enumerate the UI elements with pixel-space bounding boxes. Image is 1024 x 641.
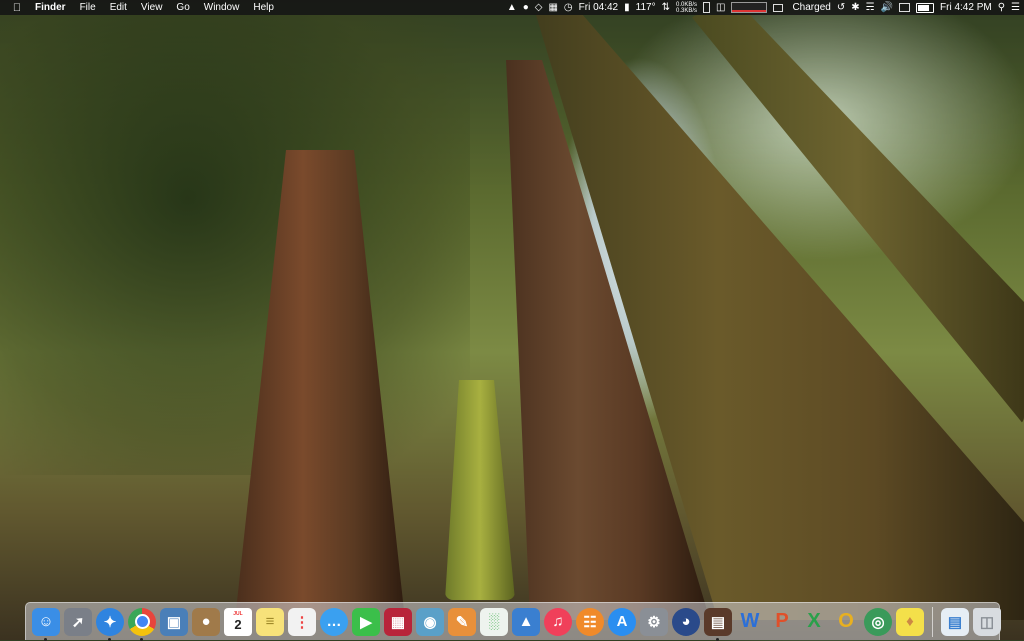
- photobooth-icon[interactable]: ▦: [384, 607, 412, 636]
- bell-icon[interactable]: ▲: [507, 0, 517, 15]
- battery-status-icon[interactable]: [773, 3, 786, 12]
- desktop-wallpaper: [0, 0, 1024, 640]
- menu-view[interactable]: View: [134, 0, 170, 15]
- book-icon[interactable]: ☷: [576, 607, 604, 636]
- network-speed[interactable]: 0.0KB/s 0.3KB/s: [676, 2, 697, 14]
- menu-go[interactable]: Go: [169, 0, 196, 15]
- messages-icon[interactable]: …: [320, 607, 348, 636]
- dropbox-icon[interactable]: ◇: [535, 0, 543, 15]
- powerpoint-icon[interactable]: P: [768, 608, 796, 636]
- clock-full[interactable]: Fri 4:42 PM: [940, 0, 992, 15]
- outlook-icon[interactable]: O: [832, 608, 860, 636]
- film-icon[interactable]: ▤: [704, 607, 732, 641]
- camera-icon[interactable]: ◉: [416, 607, 444, 636]
- grid-icon[interactable]: ▦: [548, 0, 557, 15]
- compass-icon[interactable]: ✦: [96, 607, 124, 641]
- gauge-icon[interactable]: ◕: [672, 607, 700, 636]
- cpu-graph[interactable]: [731, 2, 768, 13]
- time-machine-icon[interactable]: ↺: [837, 0, 845, 15]
- appstore-icon[interactable]: A: [608, 607, 636, 636]
- gear-icon[interactable]: ⚙: [640, 607, 668, 636]
- globe-icon[interactable]: ◎: [864, 607, 892, 636]
- menu-file[interactable]: File: [73, 0, 103, 15]
- trash-icon[interactable]: ◫: [973, 607, 1001, 636]
- hat-icon[interactable]: ●: [523, 0, 529, 15]
- wallpaper-canopy: [0, 15, 470, 475]
- dock-separator: [932, 606, 933, 637]
- temperature-readout[interactable]: 117°: [636, 0, 656, 15]
- excel-icon[interactable]: X: [800, 608, 828, 636]
- thermometer-icon: ▮: [624, 2, 630, 13]
- apple-icon[interactable]: : [6, 2, 28, 14]
- battery-status-text[interactable]: Charged: [792, 0, 830, 15]
- notes-icon[interactable]: ≡: [256, 607, 284, 636]
- photo-icon[interactable]: ▣: [160, 607, 188, 636]
- stats-clock-icon[interactable]: ◷: [564, 0, 573, 15]
- menu-edit[interactable]: Edit: [103, 0, 134, 15]
- keynote-icon[interactable]: ▲: [512, 607, 540, 636]
- memory-icon[interactable]: ◫: [716, 0, 725, 15]
- clock-short[interactable]: Fri 04:42: [579, 0, 618, 15]
- wifi-icon[interactable]: ☴: [866, 0, 875, 15]
- battery-icon[interactable]: [916, 2, 935, 13]
- display-icon[interactable]: [899, 3, 911, 12]
- contacts-icon[interactable]: ●: [192, 607, 220, 636]
- downloads-icon[interactable]: ▤: [941, 607, 969, 636]
- bluetooth-icon[interactable]: ✱: [851, 0, 859, 15]
- menu-help[interactable]: Help: [246, 0, 281, 15]
- facetime-icon[interactable]: ▶: [352, 607, 380, 636]
- chrome-icon[interactable]: [128, 607, 156, 641]
- chart-icon[interactable]: ░: [480, 607, 508, 636]
- disk-icon[interactable]: [703, 2, 710, 13]
- spotlight-search-icon[interactable]: ⚲: [998, 0, 1005, 15]
- rocket-icon[interactable]: ➚: [64, 607, 92, 636]
- pages-icon[interactable]: ✎: [448, 607, 476, 636]
- volume-icon[interactable]: 🔊: [881, 0, 893, 15]
- finder-icon[interactable]: ☺: [32, 607, 60, 641]
- calendar-day: 2: [234, 617, 242, 632]
- arrows-icon: ⇅: [661, 2, 670, 13]
- music-icon[interactable]: ♫: [544, 607, 572, 636]
- dock: ☺ ➚ ✦ ▣ ● JUL 2 ≡ ⋮ … ▶ ▦ ◉ ✎ ░ ▲ ♫ ☷ A …: [25, 602, 1001, 641]
- calendar-icon[interactable]: JUL 2: [224, 607, 252, 636]
- menu-app-finder[interactable]: Finder: [28, 0, 73, 15]
- menu-window[interactable]: Window: [197, 0, 247, 15]
- notification-center-icon[interactable]: ☰: [1011, 0, 1020, 15]
- network-up-speed: 0.3KB/s: [675, 7, 697, 14]
- reminders-icon[interactable]: ⋮: [288, 607, 316, 636]
- word-icon[interactable]: W: [736, 608, 764, 636]
- stickies-icon[interactable]: ♦: [896, 607, 924, 636]
- menu-bar:  Finder File Edit View Go Window Help ▲…: [0, 0, 1024, 15]
